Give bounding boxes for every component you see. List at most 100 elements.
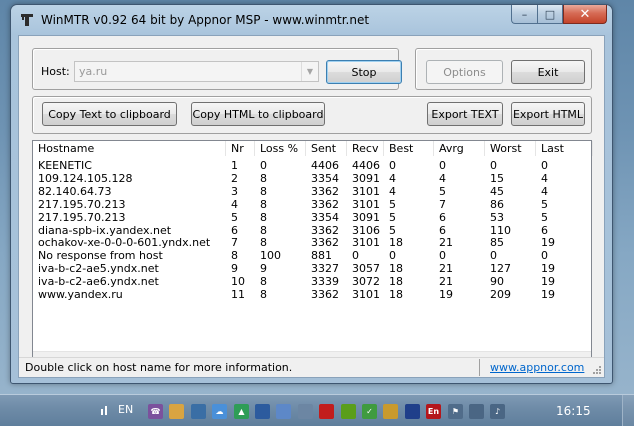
table-cell: 109.124.105.128 (38, 171, 133, 185)
table-cell: 0 (541, 159, 548, 172)
chevron-down-icon[interactable]: ▼ (301, 62, 318, 81)
clock[interactable]: 16:15 (556, 404, 591, 418)
column-header[interactable]: Hostname (33, 141, 226, 156)
volume-icon[interactable]: ♪ (490, 404, 505, 419)
table-cell: 3057 (352, 262, 380, 276)
table-cell: 3091 (352, 171, 380, 185)
table-cell: 8 (260, 184, 267, 198)
table-cell: 19 (541, 262, 555, 276)
language-indicator[interactable]: EN (118, 403, 133, 416)
table-row[interactable]: 109.124.105.128 2 8 3354 3091 4 4 15 4 (33, 172, 591, 185)
folder-lock-icon[interactable] (169, 404, 184, 419)
table-cell: 3354 (311, 210, 339, 224)
column-header[interactable]: Recv (347, 141, 384, 156)
table-row[interactable]: 217.195.70.213 4 8 3362 3101 5 7 86 5 (33, 198, 591, 211)
table-row[interactable]: diana-spb-ix.yandex.net 6 8 3362 3106 5 6 110 6 (33, 224, 591, 237)
table-cell: 4 (231, 197, 238, 211)
caption-buttons: – □ ✕ (511, 5, 607, 25)
column-header[interactable]: Nr (226, 141, 255, 156)
table-cell: 0 (439, 249, 446, 263)
table-cell: 21 (439, 275, 453, 289)
kerio-icon[interactable] (255, 404, 270, 419)
table-cell: iva-b-c2-ae5.yndx.net (38, 262, 159, 276)
resize-grip-icon[interactable] (592, 365, 602, 375)
table-cell: 0 (439, 159, 446, 172)
column-header[interactable]: Last (536, 141, 593, 156)
ms-icon[interactable] (405, 404, 420, 419)
column-header[interactable]: Sent (306, 141, 347, 156)
table-row[interactable]: 82.140.64.73 3 8 3362 3101 4 5 45 4 (33, 185, 591, 198)
cloud-icon[interactable]: ☁ (212, 404, 227, 419)
close-button[interactable]: ✕ (563, 5, 607, 24)
table-cell: 881 (311, 249, 332, 263)
minimize-button[interactable]: – (511, 5, 537, 24)
network-share-icon[interactable] (191, 404, 206, 419)
table-row[interactable]: No response from host 8 100 881 0 0 0 0 0 (33, 249, 591, 262)
stop-button[interactable]: Stop (326, 60, 402, 84)
appnor-link[interactable]: www.appnor.com (490, 361, 584, 374)
tool-icon[interactable] (383, 404, 398, 419)
table-cell: 19 (439, 288, 453, 301)
copy-text-button[interactable]: Copy Text to clipboard (42, 102, 177, 126)
export-text-button[interactable]: Export TEXT (427, 102, 503, 126)
trace-listview[interactable]: Hostname Nr Loss % Sent Recv Best Avrg Worst Las… (32, 140, 593, 369)
column-header[interactable]: Loss % (255, 141, 306, 156)
google-drive-icon[interactable]: ▲ (234, 404, 249, 419)
table-cell: 8 (260, 197, 267, 211)
table-cell: 8 (260, 236, 267, 250)
exit-button[interactable]: Exit (511, 60, 585, 84)
language-bar-icon[interactable]: En (426, 404, 441, 419)
show-desktop-button[interactable] (622, 395, 634, 426)
export-html-button[interactable]: Export HTML (511, 102, 585, 126)
show-hidden-icons-icon[interactable] (100, 404, 110, 418)
table-cell: 6 (439, 210, 446, 224)
table-cell: www.yandex.ru (38, 288, 123, 301)
table-cell: 5 (231, 210, 238, 224)
table-row[interactable]: KEENETIC 1 0 4406 4406 0 0 0 0 (33, 159, 591, 172)
table-cell: 0 (260, 159, 267, 172)
table-cell: 5 (389, 210, 396, 224)
column-header[interactable]: Worst (485, 141, 536, 156)
nvidia-icon[interactable] (341, 404, 356, 419)
table-cell: 8 (260, 210, 267, 224)
table-cell: 15 (490, 171, 504, 185)
table-row[interactable]: ochakov-xe-0-0-0-601.yndx.net 7 8 3362 3101 1… (33, 236, 591, 249)
table-cell: No response from host (38, 249, 163, 263)
dropbox-icon[interactable] (276, 404, 291, 419)
viber-icon[interactable]: ☎ (148, 404, 163, 419)
status-hint: Double click on host name for more infor… (25, 361, 293, 374)
copy-html-button[interactable]: Copy HTML to clipboard (191, 102, 325, 126)
table-cell: 18 (389, 236, 403, 250)
table-cell: 1 (231, 159, 238, 172)
column-header[interactable]: Best (384, 141, 434, 156)
column-header[interactable]: Avrg (434, 141, 485, 156)
table-cell: 8 (260, 275, 267, 289)
table-cell: 5 (439, 184, 446, 198)
table-row[interactable]: www.yandex.ru 11 8 3362 3101 18 19 209 19 (33, 288, 591, 301)
table-cell: 18 (389, 275, 403, 289)
table-cell: KEENETIC (38, 159, 92, 172)
table-row[interactable]: iva-b-c2-ae6.yndx.net 10 8 3339 3072 18 21 90 19 (33, 275, 591, 288)
security-shield-icon[interactable] (298, 404, 313, 419)
checkmark-shield-icon[interactable]: ✓ (362, 404, 377, 419)
table-row[interactable]: 217.195.70.213 5 8 3354 3091 5 6 53 5 (33, 211, 591, 224)
table-cell: 8 (231, 249, 238, 263)
table-row[interactable]: iva-b-c2-ae5.yndx.net 9 9 3327 3057 18 21 127 19 (33, 262, 591, 275)
table-cell: 3 (231, 184, 238, 198)
title-bar[interactable]: WinMTR v0.92 64 bit by Appnor MSP - www.… (11, 5, 612, 35)
host-combobox[interactable]: ya.ru ▼ (74, 61, 319, 82)
table-cell: 4 (389, 171, 396, 185)
pdf-icon[interactable] (319, 404, 334, 419)
table-cell: 19 (541, 236, 555, 250)
table-cell: 4 (439, 171, 446, 185)
table-cell: 3101 (352, 197, 380, 211)
table-cell: 127 (490, 262, 511, 276)
table-cell: 0 (389, 249, 396, 263)
status-divider (479, 359, 480, 376)
maximize-button[interactable]: □ (537, 5, 563, 24)
action-center-flag-icon[interactable]: ⚑ (448, 404, 463, 419)
options-button[interactable]: Options (426, 60, 503, 84)
table-cell: 8 (260, 223, 267, 237)
status-bar: Double click on host name for more infor… (19, 357, 604, 377)
network-icon[interactable] (469, 404, 484, 419)
